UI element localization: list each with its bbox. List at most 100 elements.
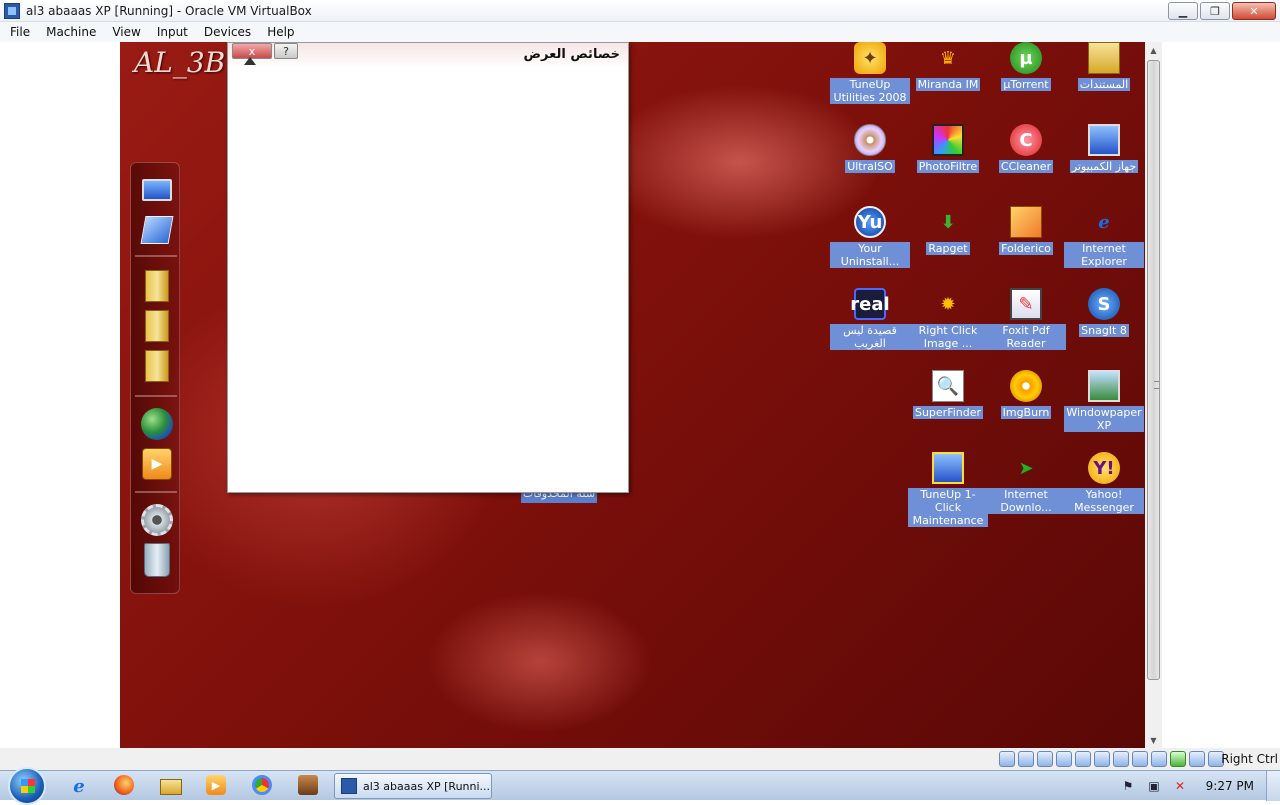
- scroll-up-arrow-icon[interactable]: ▲: [1145, 42, 1162, 58]
- internet-explorer-icon[interactable]: e: [68, 775, 90, 797]
- window-controls: ▁ ❐ ✕: [1168, 2, 1276, 20]
- desktop-icon-label: SuperFinder: [912, 406, 984, 419]
- desktop-icon-label: TuneUp 1-Click Maintenance: [908, 488, 988, 527]
- guest-screen[interactable]: AL_3B ▶ سلة المحذوفات x ? خصائص العرض ✦ T…: [120, 42, 1145, 748]
- desktop-icon[interactable]: ✹ Right Click Image ...: [908, 288, 988, 350]
- volume-muted-icon[interactable]: ✕: [1172, 778, 1188, 794]
- folderico-icon: [1010, 206, 1042, 238]
- desktop-icon[interactable]: Windowpaper XP: [1064, 370, 1144, 432]
- desktop-icon[interactable]: S SnagIt 8: [1064, 288, 1144, 337]
- media-player-icon[interactable]: ▶: [140, 447, 174, 481]
- desktop-icon[interactable]: PhotoFiltre: [908, 124, 988, 173]
- hard-disk-icon[interactable]: [999, 751, 1015, 767]
- tuneup-icon: ✦: [854, 42, 886, 74]
- taskbar: e ▶ al3 abaaas XP [Runni... ⚑ ▣ ✕ 9:27 P…: [0, 767, 1280, 805]
- scroll-down-arrow-icon[interactable]: ▼: [1145, 732, 1162, 748]
- network-adapter-icon[interactable]: [1056, 751, 1072, 767]
- virtualization-icon[interactable]: [1170, 751, 1186, 767]
- display-properties-dialog[interactable]: x ? خصائص العرض: [227, 42, 629, 493]
- optical-drive-icon[interactable]: [1018, 751, 1034, 767]
- folder-icon[interactable]: [140, 269, 174, 303]
- desktop-icon[interactable]: ⬇ Rapget: [908, 206, 988, 255]
- menu-devices[interactable]: Devices: [196, 25, 259, 39]
- recycle-bin-icon[interactable]: [140, 543, 174, 577]
- video-capture-icon[interactable]: [1132, 751, 1148, 767]
- settings-gear-icon[interactable]: [140, 503, 174, 537]
- network-icon[interactable]: [140, 213, 174, 247]
- desktop-icon[interactable]: TuneUp 1-Click Maintenance: [908, 452, 988, 527]
- photofiltre-icon: [932, 124, 964, 156]
- scrollbar-thumb[interactable]: [1147, 60, 1160, 680]
- dialog-title: خصائص العرض: [523, 47, 620, 62]
- realplayer-icon: real: [850, 288, 890, 320]
- desktop-icon-label: Your Uninstall...: [830, 242, 910, 268]
- menu-file[interactable]: File: [2, 25, 38, 39]
- windows-explorer-icon[interactable]: [160, 779, 182, 795]
- display-icon[interactable]: [1113, 751, 1129, 767]
- usb-icon[interactable]: [1075, 751, 1091, 767]
- desktop-icon[interactable]: Folderico: [986, 206, 1066, 255]
- media-player-icon[interactable]: ▶: [206, 775, 226, 795]
- desktop-icon[interactable]: ✦ TuneUp Utilities 2008: [830, 42, 910, 104]
- dialog-titlebar[interactable]: x ? خصائص العرض: [228, 43, 628, 69]
- desktop-dock: ▶: [130, 162, 180, 594]
- desktop-icon[interactable]: ImgBurn: [986, 370, 1066, 419]
- desktop-icon[interactable]: ✎ Foxit Pdf Reader: [986, 288, 1066, 350]
- desktop-icon[interactable]: C CCleaner: [986, 124, 1066, 173]
- network-icon[interactable]: ▣: [1146, 778, 1162, 794]
- desktop-icon-label: µTorrent: [1001, 78, 1051, 91]
- desktop-icon[interactable]: Y! Yahoo! Messenger: [1064, 452, 1144, 514]
- my-computer-icon[interactable]: [140, 173, 174, 207]
- mouse-integration-icon[interactable]: [1189, 751, 1205, 767]
- shared-folders-icon[interactable]: [1094, 751, 1110, 767]
- desktop-icon[interactable]: real قصيدة ليس الغريب: [830, 288, 910, 350]
- restore-button[interactable]: ❐: [1200, 2, 1230, 20]
- superfinder-icon: 🔍: [932, 370, 964, 402]
- desktop-icon[interactable]: Yu Your Uninstall...: [830, 206, 910, 268]
- desktop-icon-label: Folderico: [999, 242, 1053, 255]
- desktop-icon-label: Internet Downlo...: [986, 488, 1066, 514]
- desktop-icon[interactable]: ➤ Internet Downlo...: [986, 452, 1066, 514]
- tuneup-maintenance-icon: [932, 452, 964, 484]
- chrome-icon[interactable]: [252, 775, 272, 795]
- firefox-icon[interactable]: [114, 775, 134, 795]
- desktop-icon[interactable]: e Internet Explorer: [1064, 206, 1144, 268]
- close-button[interactable]: ✕: [1232, 2, 1276, 20]
- mouse-cursor-icon: [244, 57, 256, 65]
- documents-folder-icon: [1088, 42, 1120, 74]
- clock[interactable]: 9:27 PM: [1206, 779, 1254, 793]
- flag-icon[interactable]: ⚑: [1120, 778, 1136, 794]
- window-title: al3 abaaas XP [Running] - Oracle VM Virt…: [26, 3, 312, 18]
- menu-view[interactable]: View: [104, 25, 148, 39]
- minimize-button[interactable]: ▁: [1168, 2, 1198, 20]
- documents-folder-icon[interactable]: [140, 309, 174, 343]
- taskbar-task-virtualbox[interactable]: al3 abaaas XP [Runni...: [334, 773, 492, 799]
- vbox-status-bar: Right Ctrl: [0, 748, 1280, 770]
- menu-help[interactable]: Help: [259, 25, 302, 39]
- dialog-help-button[interactable]: ?: [274, 43, 298, 59]
- desktop-icon[interactable]: ♛ Miranda IM: [908, 42, 988, 91]
- desktop-icon[interactable]: µ µTorrent: [986, 42, 1066, 91]
- desktop-icon-label: UltraISO: [845, 160, 895, 173]
- desktop-icon[interactable]: 🔍 SuperFinder: [908, 370, 988, 419]
- desktop-icon[interactable]: UltraISO: [830, 124, 910, 173]
- start-button[interactable]: [8, 767, 46, 805]
- vertical-scrollbar[interactable]: ▲ ▼: [1145, 42, 1162, 748]
- menu-machine[interactable]: Machine: [38, 25, 104, 39]
- menu-input[interactable]: Input: [149, 25, 196, 39]
- cpu-icon[interactable]: [1151, 751, 1167, 767]
- desktop-icon-label: Internet Explorer: [1064, 242, 1144, 268]
- audio-icon[interactable]: [1037, 751, 1053, 767]
- yahoo-messenger-icon: Y!: [1088, 452, 1120, 484]
- windowpaper-icon: [1088, 370, 1120, 402]
- pictures-folder-icon[interactable]: [140, 349, 174, 383]
- desktop-icon-label: جهاز الكمبيوتر: [1069, 160, 1139, 173]
- right-click-image-icon: ✹: [940, 293, 956, 315]
- desktop-icon[interactable]: المستندات: [1064, 42, 1144, 91]
- desktop-icon[interactable]: جهاز الكمبيوتر: [1064, 124, 1144, 173]
- app-icon[interactable]: [298, 775, 318, 795]
- my-computer-icon: [1088, 124, 1120, 156]
- dock-separator: [135, 491, 177, 493]
- show-desktop-button[interactable]: [1266, 771, 1280, 801]
- globe-icon[interactable]: [140, 407, 174, 441]
